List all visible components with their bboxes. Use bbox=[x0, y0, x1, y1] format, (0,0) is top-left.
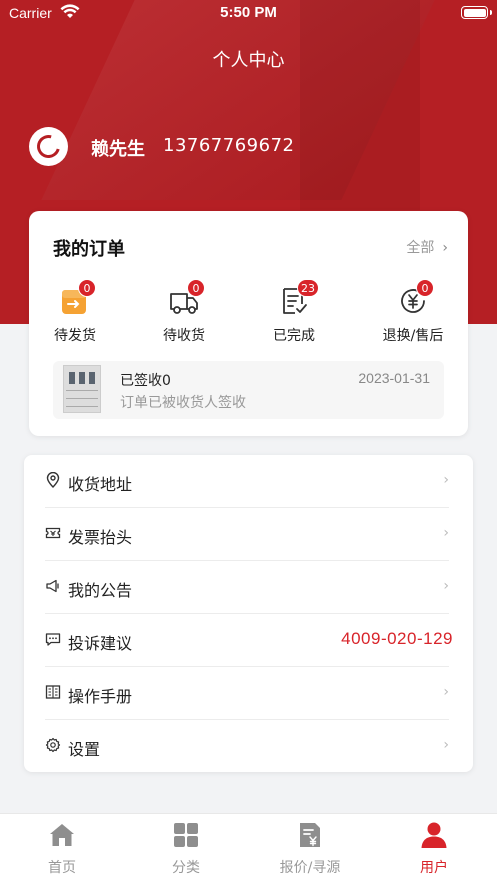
tab-user[interactable]: 用户 bbox=[372, 820, 496, 877]
menu-item-invoice[interactable]: 发票抬头 › bbox=[24, 508, 473, 561]
chevron-right-icon: › bbox=[443, 578, 449, 594]
user-phone: 13767769672 bbox=[163, 135, 295, 156]
home-icon bbox=[50, 824, 74, 846]
message-icon bbox=[45, 633, 61, 646]
menu-label: 设置 bbox=[68, 740, 101, 759]
menu-label: 操作手册 bbox=[68, 687, 133, 706]
gear-icon bbox=[45, 737, 61, 753]
location-pin-icon bbox=[46, 472, 60, 488]
hotline-number[interactable]: 4009-020-129 bbox=[341, 629, 453, 649]
menu-label: 投诉建议 bbox=[68, 634, 133, 653]
tab-quote-sourcing[interactable]: 报价/寻源 bbox=[248, 820, 372, 877]
bottom-tab-bar: 首页 分类 报价/寻源 用户 bbox=[0, 813, 497, 883]
chevron-right-icon: › bbox=[443, 737, 449, 753]
tab-label: 首页 bbox=[48, 860, 76, 876]
latest-order[interactable]: 已签收0 订单已被收货人签收 2023-01-31 bbox=[53, 361, 444, 419]
clock: 5:50 PM bbox=[220, 4, 277, 21]
count-badge: 0 bbox=[78, 279, 96, 297]
menu-card: 收货地址 › 发票抬头 › 我的公告 › 投诉建议 4009-020-129 操… bbox=[24, 455, 473, 772]
header-decoration bbox=[300, 0, 420, 210]
chevron-right-icon: › bbox=[442, 240, 448, 256]
order-status-pending-shipment[interactable]: 0 待发货 bbox=[35, 279, 115, 345]
quote-icon bbox=[300, 823, 320, 847]
book-icon bbox=[45, 685, 61, 699]
latest-order-date: 2023-01-31 bbox=[358, 370, 430, 386]
all-orders-label: 全部 bbox=[406, 240, 435, 256]
menu-item-announcements[interactable]: 我的公告 › bbox=[24, 561, 473, 614]
status-label: 待发货 bbox=[54, 328, 96, 344]
menu-item-settings[interactable]: 设置 › bbox=[24, 720, 473, 773]
megaphone-icon bbox=[46, 579, 59, 593]
invoice-icon bbox=[45, 527, 61, 539]
count-badge: 0 bbox=[416, 279, 434, 297]
status-bar: Carrier 5:50 PM bbox=[0, 0, 497, 26]
tab-label: 分类 bbox=[172, 860, 200, 876]
product-thumbnail bbox=[63, 365, 101, 413]
battery-icon bbox=[461, 6, 492, 19]
order-status-completed[interactable]: 23 已完成 bbox=[254, 279, 334, 345]
logo-icon bbox=[32, 130, 65, 163]
menu-item-feedback[interactable]: 投诉建议 4009-020-129 bbox=[24, 614, 473, 667]
user-icon bbox=[421, 822, 447, 848]
chevron-right-icon: › bbox=[443, 472, 449, 488]
chevron-right-icon: › bbox=[443, 684, 449, 700]
avatar[interactable] bbox=[29, 127, 68, 166]
menu-item-address[interactable]: 收货地址 › bbox=[24, 455, 473, 508]
page-title: 个人中心 bbox=[212, 50, 285, 71]
menu-label: 我的公告 bbox=[68, 581, 133, 600]
tab-label: 用户 bbox=[420, 860, 448, 876]
latest-order-description: 订单已被收货人签收 bbox=[120, 395, 246, 411]
status-label: 退换/售后 bbox=[382, 328, 444, 344]
order-status-after-sales[interactable]: 0 退换/售后 bbox=[373, 279, 453, 345]
grid-icon bbox=[174, 823, 198, 847]
order-status-pending-receipt[interactable]: 0 待收货 bbox=[144, 279, 224, 345]
orders-title: 我的订单 bbox=[53, 239, 125, 260]
user-name: 赖先生 bbox=[91, 139, 145, 160]
count-badge: 23 bbox=[297, 279, 319, 297]
menu-label: 发票抬头 bbox=[68, 528, 133, 547]
tab-label: 报价/寻源 bbox=[279, 860, 341, 876]
menu-item-manual[interactable]: 操作手册 › bbox=[24, 667, 473, 720]
order-card: 我的订单 全部 › 0 待发货 0 待收货 23 已完成 0 退换/售后 已签收… bbox=[29, 211, 468, 436]
all-orders-link[interactable]: 全部 › bbox=[406, 237, 448, 257]
latest-order-status: 已签收0 bbox=[120, 373, 171, 389]
tab-home[interactable]: 首页 bbox=[0, 820, 124, 877]
status-label: 待收货 bbox=[163, 328, 205, 344]
menu-label: 收货地址 bbox=[68, 475, 133, 494]
chevron-right-icon: › bbox=[443, 525, 449, 541]
status-label: 已完成 bbox=[273, 328, 315, 344]
count-badge: 0 bbox=[187, 279, 205, 297]
tab-categories[interactable]: 分类 bbox=[124, 820, 248, 877]
